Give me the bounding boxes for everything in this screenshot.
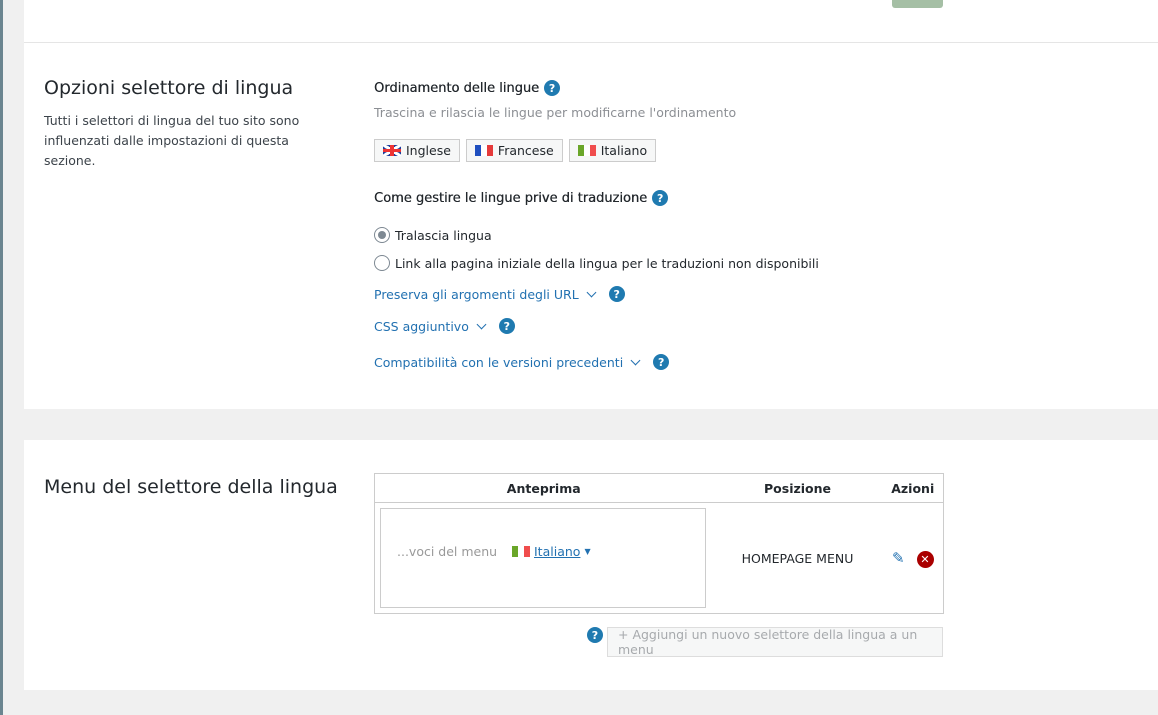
chevron-down-icon [630,355,641,365]
language-item-french[interactable]: Francese [465,139,563,162]
help-icon[interactable]: ? [653,354,670,370]
preview-cell: ...voci del menu Italiano ▼ [375,503,713,614]
language-order-label: Ordinamento delle lingue? [374,80,561,96]
language-item-italian[interactable]: Italiano [568,139,657,162]
table-header: Anteprima Posizione Azioni [374,473,944,503]
divider [24,42,1158,43]
radio-label: Tralascia lingua [395,227,492,243]
france-flag-icon [474,145,493,156]
label-text: Come gestire le lingue prive di traduzio… [374,190,648,206]
edit-pencil-icon[interactable]: ✎ [892,549,905,567]
expander-backward-compat[interactable]: Compatibilità con le versioni precedenti… [374,354,670,370]
uk-flag-icon [383,145,401,156]
expander-label[interactable]: Compatibilità con le versioni precedenti [374,355,623,370]
menu-preview: ...voci del menu Italiano ▼ [380,508,706,608]
help-icon[interactable]: ? [608,286,625,302]
menu-switcher-table: Anteprima Posizione Azioni ...voci del m… [374,473,944,614]
column-header-position: Posizione [712,473,883,503]
label-text: Ordinamento delle lingue [374,80,540,96]
section-title: Menu del selettore della lingua [44,476,338,498]
add-menu-switcher-button[interactable]: + Aggiungi un nuovo selettore della ling… [607,627,943,657]
help-icon[interactable]: ? [652,190,669,206]
language-switcher-preview[interactable]: Italiano ▼ [512,544,591,559]
radio-button[interactable] [374,227,390,243]
current-language-link[interactable]: Italiano [534,544,580,559]
chevron-down-icon [476,319,487,329]
delete-icon[interactable]: ✕ [916,550,934,568]
caret-down-icon: ▼ [584,547,591,556]
column-header-preview: Anteprima [374,473,713,503]
help-icon[interactable]: ? [587,627,603,643]
position-cell: HOMEPAGE MENU [741,550,854,566]
missing-translation-label: Come gestire le lingue prive di traduzio… [374,190,669,206]
language-switcher-menu-panel: Menu del selettore della lingua Anteprim… [24,440,1158,690]
language-order-list: Inglese Francese Italiano [374,139,657,162]
radio-link-homepage[interactable]: Link alla pagina iniziale della lingua p… [374,255,819,271]
actions-cell: ✎ ✕ [883,503,944,614]
language-label: Inglese [406,143,451,158]
language-item-english[interactable]: Inglese [374,139,460,162]
radio-button[interactable] [374,255,390,271]
radio-label: Link alla pagina iniziale della lingua p… [395,255,819,271]
table-row: ...voci del menu Italiano ▼ HOMEPAGE MENU… [375,503,944,614]
help-icon[interactable]: ? [498,318,515,334]
radio-skip-language[interactable]: Tralascia lingua [374,227,492,243]
section-title: Opzioni selettore di lingua [44,77,294,99]
italy-flag-icon [577,145,596,156]
language-order-hint: Trascina e rilascia le lingue per modifi… [374,105,737,120]
expander-label[interactable]: CSS aggiuntivo [374,319,469,334]
section-description: Tutti i selettori di lingua del tuo sito… [44,113,300,168]
menu-items-placeholder: ...voci del menu [397,544,498,559]
add-switcher-row: ? + Aggiungi un nuovo selettore della li… [587,627,943,657]
help-icon[interactable]: ? [544,80,561,96]
expander-additional-css[interactable]: CSS aggiuntivo? [374,318,515,334]
expander-preserve-url-args[interactable]: Preserva gli argomenti degli URL? [374,286,625,302]
italy-flag-icon [512,546,530,557]
language-label: Italiano [600,143,648,158]
save-button[interactable] [892,0,943,8]
expander-label[interactable]: Preserva gli argomenti degli URL [374,287,579,302]
language-switcher-options-panel: Opzioni selettore di lingua Tutti i sele… [24,0,1158,409]
chevron-down-icon [586,287,597,297]
column-header-actions: Azioni [882,473,944,503]
sidebar-edge [0,0,3,715]
language-label: Francese [497,143,554,158]
